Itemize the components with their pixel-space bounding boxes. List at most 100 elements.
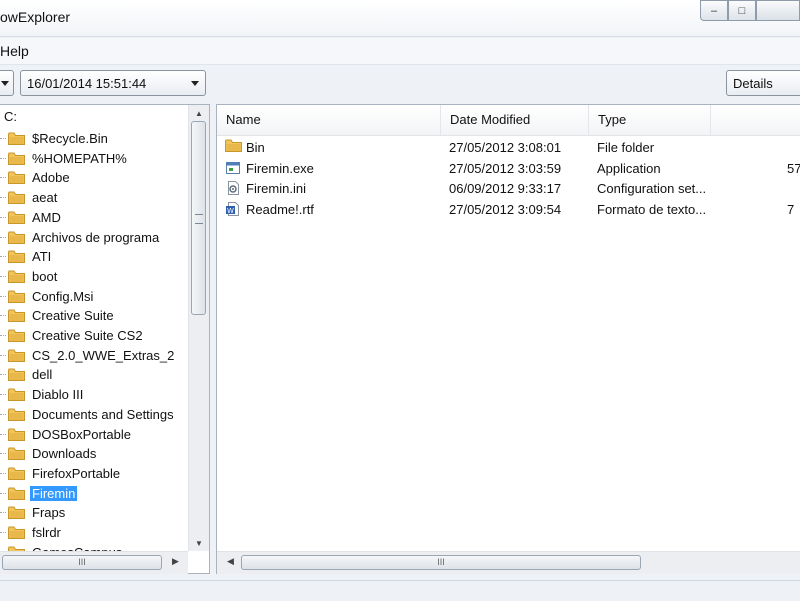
- tree-connector: [0, 414, 6, 415]
- table-row[interactable]: Firemin.ini06/09/2012 9:33:17Configurati…: [217, 178, 800, 198]
- tree-connector: [0, 138, 6, 139]
- file-type: File folder: [597, 140, 654, 155]
- tree-item[interactable]: Config.Msi: [0, 287, 188, 307]
- file-type: Formato de texto...: [597, 202, 706, 217]
- tree-item[interactable]: Documents and Settings: [0, 405, 188, 425]
- table-row[interactable]: WReadme!.rtf27/05/2012 3:09:54Formato de…: [217, 199, 800, 219]
- tree-connector: [0, 473, 6, 474]
- tree-item[interactable]: Firemin: [0, 484, 188, 504]
- tree-item[interactable]: Fraps: [0, 503, 188, 523]
- tree-connector: [0, 374, 6, 375]
- tree-item[interactable]: GamesCampus: [0, 543, 188, 551]
- tree-item-label: fslrdr: [30, 525, 63, 540]
- table-row[interactable]: Firemin.exe27/05/2012 3:03:59Application…: [217, 158, 800, 178]
- tree-connector: [0, 276, 6, 277]
- tree-connector: [0, 237, 6, 238]
- tree-scroll-thumb[interactable]: [191, 121, 206, 315]
- window-controls: – □: [700, 0, 800, 21]
- tree-item[interactable]: Archivos de programa: [0, 228, 188, 248]
- tree-item-label: Fraps: [30, 505, 67, 520]
- file-date-modified: 06/09/2012 9:33:17: [449, 181, 561, 196]
- tree-connector: [0, 256, 6, 257]
- tree-item[interactable]: %HOMEPATH%: [0, 149, 188, 169]
- tree-item[interactable]: Downloads: [0, 444, 188, 464]
- column-header-size[interactable]: [711, 105, 800, 135]
- tree-item-label: Diablo III: [30, 387, 85, 402]
- tree-connector: [0, 315, 6, 316]
- tree-list: C: $Recycle.Bin %HOMEPATH% Adobe aeatAMD Arc…: [0, 105, 188, 551]
- file-type: Configuration set...: [597, 181, 706, 196]
- tree-horizontal-scrollbar[interactable]: III ▶: [0, 551, 188, 574]
- file-name: Readme!.rtf: [246, 202, 314, 217]
- list-horizontal-scrollbar[interactable]: ◀ III: [217, 551, 800, 574]
- close-button[interactable]: [756, 0, 800, 21]
- folder-icon: [8, 329, 25, 342]
- folder-icon: [8, 270, 25, 283]
- tree-item[interactable]: Creative Suite CS2: [0, 326, 188, 346]
- scroll-down-icon[interactable]: ▼: [189, 535, 209, 551]
- tree-item[interactable]: FirefoxPortable: [0, 464, 188, 484]
- menu-help[interactable]: Help: [0, 43, 29, 59]
- view-dropdown[interactable]: Details: [726, 70, 800, 96]
- tree-item-label: Downloads: [30, 446, 98, 461]
- folder-icon: [8, 408, 25, 421]
- scroll-right-icon[interactable]: ▶: [172, 556, 179, 567]
- date-value: 16/01/2014 15:51:44: [27, 76, 146, 91]
- column-header-type[interactable]: Type: [589, 105, 711, 135]
- tree-item[interactable]: $Recycle.Bin: [0, 129, 188, 149]
- maximize-icon: □: [739, 5, 746, 17]
- tree-item[interactable]: ATI: [0, 247, 188, 267]
- file-date-modified: 27/05/2012 3:03:59: [449, 161, 561, 176]
- scroll-up-icon[interactable]: ▲: [189, 105, 209, 121]
- column-header-date-modified[interactable]: Date Modified: [441, 105, 589, 135]
- tree-connector: [0, 197, 6, 198]
- maximize-button[interactable]: □: [728, 0, 756, 21]
- date-dropdown[interactable]: 16/01/2014 15:51:44: [20, 70, 206, 96]
- tree-item[interactable]: dell: [0, 365, 188, 385]
- tree-item-label: Firemin: [30, 486, 77, 501]
- menu-bar: Help: [0, 38, 800, 65]
- tree-item[interactable]: CS_2.0_WWE_Extras_2: [0, 346, 188, 366]
- tree-item-label: Archivos de programa: [30, 230, 161, 245]
- folder-icon: [8, 250, 25, 263]
- folder-icon: [8, 526, 25, 539]
- scroll-left-icon[interactable]: ◀: [227, 556, 234, 567]
- tree-item[interactable]: Creative Suite: [0, 306, 188, 326]
- tree-connector: [0, 335, 6, 336]
- tree-item[interactable]: boot: [0, 267, 188, 287]
- tree-vertical-scrollbar[interactable]: ▲ ▼: [188, 105, 209, 551]
- tree-hscroll-thumb[interactable]: III: [2, 555, 162, 570]
- folder-icon: [8, 506, 25, 519]
- tree-item-label: Creative Suite CS2: [30, 328, 145, 343]
- tree-item-label: Adobe: [30, 170, 72, 185]
- table-row[interactable]: Bin27/05/2012 3:08:01File folder: [217, 137, 800, 157]
- folder-icon: [8, 211, 25, 224]
- tree-item-label: %HOMEPATH%: [30, 151, 129, 166]
- tree-item[interactable]: Adobe: [0, 168, 188, 188]
- folder-icon: [225, 139, 241, 155]
- folder-icon: [8, 152, 25, 165]
- file-name: Firemin.exe: [246, 161, 314, 176]
- tree-root-label[interactable]: C:: [4, 109, 17, 124]
- tree-connector: [0, 512, 6, 513]
- tree-item[interactable]: DOSBoxPortable: [0, 425, 188, 445]
- window-title: owExplorer: [0, 9, 70, 25]
- minimize-button[interactable]: –: [700, 0, 728, 21]
- tree-connector: [0, 158, 6, 159]
- tree-item[interactable]: fslrdr: [0, 523, 188, 543]
- tree-connector: [0, 394, 6, 395]
- folder-icon: [8, 467, 25, 480]
- tree-item[interactable]: AMD: [0, 208, 188, 228]
- tree-connector: [0, 217, 6, 218]
- file-list: Name Date Modified Type Bin27/05/2012 3:…: [216, 104, 800, 574]
- tree-item-label: Creative Suite: [30, 308, 116, 323]
- column-header-name[interactable]: Name: [217, 105, 441, 135]
- tree-item[interactable]: aeat: [0, 188, 188, 208]
- tree-item-label: FirefoxPortable: [30, 466, 122, 481]
- left-dropdown[interactable]: [0, 70, 14, 96]
- tree-item-label: DOSBoxPortable: [30, 427, 133, 442]
- hscroll-grip-icon: III: [78, 557, 86, 567]
- list-hscroll-thumb[interactable]: III: [241, 555, 641, 570]
- tree-item[interactable]: Diablo III: [0, 385, 188, 405]
- folder-icon: [8, 191, 25, 204]
